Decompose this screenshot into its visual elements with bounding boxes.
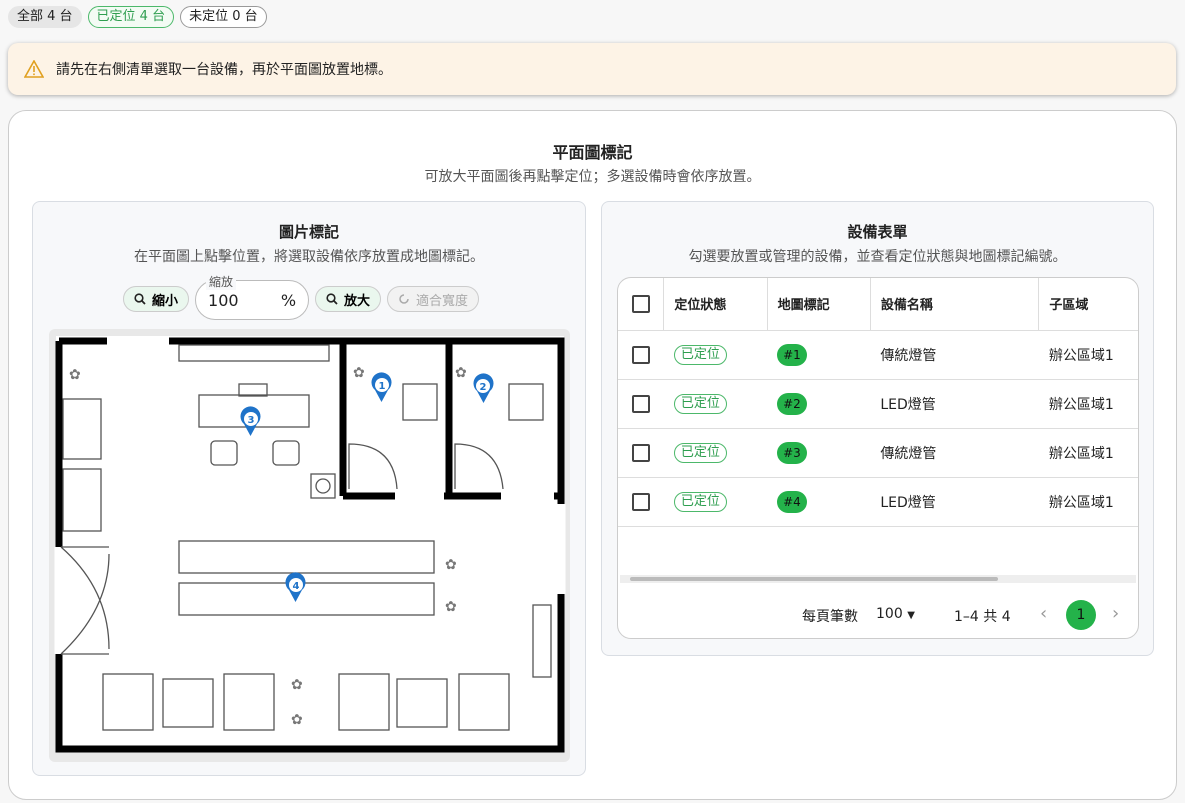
filter-chips: 全部 4 台 已定位 4 台 未定位 0 台: [8, 6, 267, 28]
zoom-field-label: 縮放: [206, 273, 237, 290]
page-range: 1–4 共 4: [954, 609, 1011, 625]
col-name[interactable]: 設備名稱: [870, 278, 1040, 331]
zoom-out-label: 縮小: [152, 292, 179, 308]
search-plus-icon: [326, 293, 338, 305]
table-row[interactable]: 已定位 #3 傳統燈管 辦公區域1: [618, 428, 1138, 478]
row-checkbox[interactable]: [632, 394, 650, 413]
row-checkbox[interactable]: [632, 443, 650, 462]
zoom-controls: 縮小 縮放 100 % 放大 適合寬度: [123, 273, 480, 320]
caret-down-icon: ▼: [907, 610, 915, 621]
equipment-table: 定位狀態 地圖標記 設備名稱 子區域 已定位 #1 傳統燈管 辦公區域1 已定位…: [618, 278, 1138, 527]
pagination: 每頁筆數 100 ▼ 1–4 共 4 ‹ 1 ›: [618, 600, 1138, 630]
zoom-in-button[interactable]: 放大: [315, 286, 382, 312]
marker-tag: #2: [777, 392, 807, 415]
zoom-in-label: 放大: [344, 292, 371, 308]
sub-area: 辦公區域1: [1038, 428, 1138, 478]
svg-text:✿: ✿: [291, 677, 303, 693]
panel-subtitle: 在平面圖上點擊位置，將選取設備依序放置成地圖標記。: [134, 249, 484, 265]
device-name: 傳統燈管: [870, 428, 1039, 478]
table-row[interactable]: 已定位 #1 傳統燈管 辦公區域1: [618, 330, 1138, 380]
alert-text: 請先在右側清單選取一台設備，再於平面圖放置地標。: [56, 62, 392, 78]
equipment-table-card: 定位狀態 地圖標記 設備名稱 子區域 已定位 #1 傳統燈管 辦公區域1 已定位…: [617, 277, 1139, 639]
sub-area: 辦公區域1: [1038, 330, 1138, 380]
warning-icon: [24, 60, 44, 78]
horizontal-scrollbar[interactable]: [620, 575, 1136, 583]
warning-alert: 請先在右側清單選取一台設備，再於平面圖放置地標。: [8, 43, 1176, 95]
device-name: LED燈管: [870, 379, 1039, 429]
row-checkbox[interactable]: [632, 492, 650, 511]
device-name: 傳統燈管: [870, 330, 1039, 380]
rows-per-page-select[interactable]: 100 ▼: [876, 606, 915, 622]
chip-all[interactable]: 全部 4 台: [8, 6, 82, 28]
svg-text:✿: ✿: [291, 712, 303, 728]
rows-per-page-value: 100: [876, 606, 903, 622]
marker-tag: #4: [777, 490, 807, 513]
marker-4-label: 4: [293, 581, 300, 592]
table-row[interactable]: 已定位 #4 LED燈管 辦公區域1: [618, 477, 1138, 527]
status-badge: 已定位: [673, 344, 727, 365]
floorplan-card: 平面圖標記 可放大平面圖後再點擊定位；多選設備時會依序放置。 圖片標記 在平面圖…: [8, 110, 1177, 800]
table-header-row: 定位狀態 地圖標記 設備名稱 子區域: [618, 278, 1138, 331]
zoom-out-button[interactable]: 縮小: [123, 286, 190, 312]
sub-area: 辦公區域1: [1038, 379, 1138, 429]
marker-2-label: 2: [480, 382, 487, 393]
card-title: 平面圖標記: [552, 143, 633, 162]
chip-located[interactable]: 已定位 4 台: [87, 6, 175, 28]
refresh-icon: [399, 294, 409, 304]
col-area[interactable]: 子區域: [1038, 278, 1138, 331]
svg-text:✿: ✿: [445, 599, 457, 615]
row-checkbox[interactable]: [632, 345, 650, 364]
status-badge: 已定位: [673, 491, 727, 512]
fit-width-label: 適合寬度: [416, 292, 469, 308]
fit-width-button[interactable]: 適合寬度: [387, 286, 480, 312]
svg-text:✿: ✿: [353, 365, 365, 381]
panel-title: 圖片標記: [278, 223, 339, 241]
zoom-unit: %: [280, 291, 297, 310]
card-subtitle: 可放大平面圖後再點擊定位；多選設備時會依序放置。: [424, 169, 761, 185]
image-marker-panel: 圖片標記 在平面圖上點擊位置，將選取設備依序放置成地圖標記。 縮小 縮放 100…: [32, 201, 586, 776]
chevron-right-icon[interactable]: ›: [1112, 603, 1119, 624]
status-badge: 已定位: [673, 393, 727, 414]
zoom-input[interactable]: 縮放 100 %: [195, 273, 310, 320]
chip-unlocated[interactable]: 未定位 0 台: [180, 6, 267, 28]
table-row[interactable]: 已定位 #2 LED燈管 辦公區域1: [618, 379, 1138, 429]
page-1-button[interactable]: 1: [1066, 600, 1096, 630]
chevron-left-icon[interactable]: ‹: [1040, 603, 1047, 624]
panel-subtitle: 勾選要放置或管理的設備，並查看定位狀態與地圖標記編號。: [688, 249, 1067, 265]
scrollbar-thumb[interactable]: [630, 577, 998, 581]
svg-text:✿: ✿: [69, 367, 81, 383]
sub-area: 辦公區域1: [1038, 477, 1138, 527]
marker-1-label: 1: [379, 381, 386, 392]
zoom-value: 100: [208, 291, 239, 310]
marker-tag: #1: [777, 343, 807, 366]
col-marker[interactable]: 地圖標記: [767, 278, 871, 331]
floorplan-image[interactable]: ✿ ✿ ✿ ✿ ✿ ✿ ✿ 1 2 3 4: [49, 329, 570, 762]
search-minus-icon: [134, 293, 146, 305]
floorplan-drawing: ✿ ✿ ✿ ✿ ✿ ✿ ✿ 1 2 3 4: [54, 336, 566, 753]
svg-text:✿: ✿: [455, 365, 467, 381]
panel-title: 設備表單: [847, 223, 908, 241]
svg-text:✿: ✿: [445, 557, 457, 573]
equipment-list-panel: 設備表單 勾選要放置或管理的設備，並查看定位狀態與地圖標記編號。 定位狀態 地圖…: [601, 201, 1154, 656]
rows-per-page-label: 每頁筆數: [802, 609, 858, 625]
col-status[interactable]: 定位狀態: [663, 278, 768, 331]
marker-tag: #3: [777, 441, 807, 464]
status-badge: 已定位: [673, 442, 727, 463]
select-all-checkbox[interactable]: [632, 294, 650, 313]
device-name: LED燈管: [870, 477, 1039, 527]
marker-3-label: 3: [248, 415, 255, 426]
